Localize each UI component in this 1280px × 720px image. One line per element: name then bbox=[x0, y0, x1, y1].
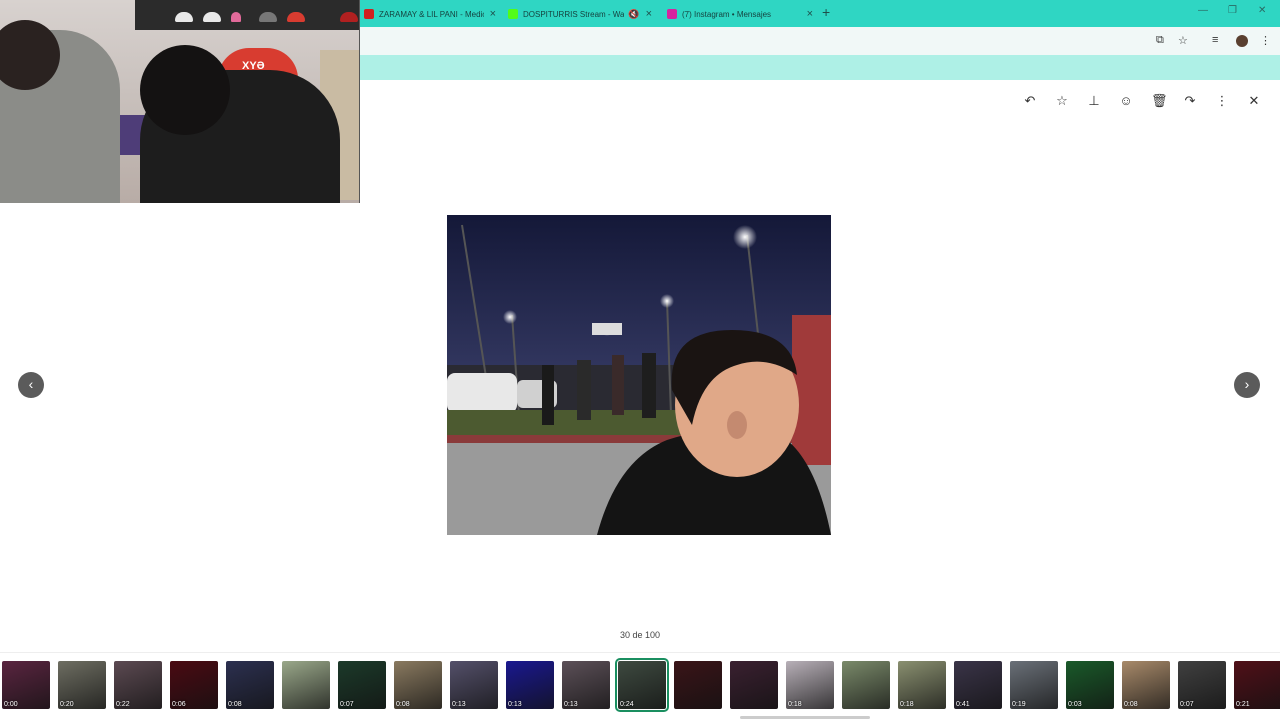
thumbnail-duration: 0:19 bbox=[1012, 701, 1026, 708]
cast-icon[interactable]: ⧉ bbox=[1156, 34, 1164, 47]
browser-menu-icon[interactable]: ⋮ bbox=[1260, 34, 1271, 47]
more-icon[interactable]: ⋮ bbox=[1215, 94, 1229, 108]
thumbnail[interactable]: 0:22 bbox=[114, 661, 162, 709]
bookmarks-bar bbox=[360, 55, 1280, 80]
instagram-favicon-icon bbox=[667, 9, 677, 19]
cap-shape bbox=[175, 12, 193, 22]
thumbnail[interactable]: 0:00 bbox=[2, 661, 50, 709]
webcam-overlay: XYƏ bbox=[0, 0, 360, 203]
thumbnail-duration: 0:08 bbox=[396, 701, 410, 708]
thumbnail-duration: 0:00 bbox=[4, 701, 18, 708]
thumbnail-duration: 0:13 bbox=[452, 701, 466, 708]
tab-zaramay[interactable]: ZARAMAY & LIL PANI - Medio × bbox=[364, 3, 496, 25]
window-close-icon[interactable]: ✕ bbox=[1258, 5, 1266, 16]
thumbnail[interactable]: 0:07 bbox=[338, 661, 386, 709]
restore-icon[interactable]: ❐ bbox=[1228, 5, 1237, 16]
star-icon[interactable]: ☆ bbox=[1055, 94, 1069, 108]
cap-shape bbox=[231, 12, 241, 22]
thumbnail-strip: 0:00 0:20 0:22 0:06 0:08 0:07 0:08 0:13 0:13 0:13… bbox=[0, 652, 1280, 720]
person-right-head-shape bbox=[140, 45, 230, 135]
thumbnail-duration: 0:22 bbox=[116, 701, 130, 708]
cap-shape bbox=[340, 12, 358, 22]
kick-favicon-icon bbox=[508, 9, 518, 19]
thumbnail[interactable]: 0:08 bbox=[394, 661, 442, 709]
media-counter: 30 de 100 bbox=[619, 630, 661, 640]
pin-icon[interactable]: ⊥ bbox=[1087, 94, 1101, 108]
cap-shape bbox=[203, 12, 221, 22]
tab-title: DOSPITURRIS Stream - Wat bbox=[523, 9, 625, 19]
thumbnail[interactable]: 0:21 bbox=[1234, 661, 1280, 709]
thumbnail-scrollbar[interactable] bbox=[740, 716, 870, 719]
media-controls-icon[interactable]: ≡ bbox=[1212, 34, 1218, 46]
thumbnail[interactable] bbox=[842, 661, 890, 709]
cap-shape bbox=[287, 12, 305, 22]
thumbnail-duration: 0:03 bbox=[1068, 701, 1082, 708]
thumbnail-duration: 0:07 bbox=[1180, 701, 1194, 708]
mute-icon[interactable]: 🔇 bbox=[628, 9, 639, 20]
thumbnail[interactable]: 0:18 bbox=[898, 661, 946, 709]
cap-shelf bbox=[135, 0, 359, 30]
cap-shape bbox=[259, 12, 277, 22]
trash-icon[interactable]: 🗑 bbox=[1151, 94, 1168, 108]
reply-icon[interactable]: ↶ bbox=[1023, 94, 1037, 108]
tab-dospiturris[interactable]: DOSPITURRIS Stream - Wat 🔇 × bbox=[508, 3, 652, 25]
tab-close-icon[interactable]: × bbox=[807, 8, 813, 20]
profile-avatar[interactable] bbox=[1236, 35, 1248, 47]
thumbnail[interactable]: 0:07 bbox=[1178, 661, 1226, 709]
tab-title: (7) Instagram • Mensajes bbox=[682, 9, 772, 19]
thumbnail[interactable]: 0:06 bbox=[170, 661, 218, 709]
thumbnail-duration: 0:41 bbox=[956, 701, 970, 708]
tab-close-icon[interactable]: × bbox=[490, 8, 496, 20]
thumbnail[interactable]: 0:24 bbox=[615, 658, 669, 712]
thumbnail[interactable]: 0:08 bbox=[1122, 661, 1170, 709]
bookmark-star-icon[interactable]: ☆ bbox=[1178, 34, 1188, 47]
address-bar-row[interactable]: ⧉ ☆ ≡ ⋮ bbox=[360, 27, 1280, 55]
new-tab-button[interactable]: + bbox=[822, 4, 830, 20]
minimize-icon[interactable]: — bbox=[1198, 5, 1208, 16]
thumbnail[interactable]: 0:41 bbox=[954, 661, 1002, 709]
night-street-scene bbox=[447, 215, 831, 535]
close-icon[interactable]: ✕ bbox=[1247, 94, 1261, 108]
thumbnail[interactable]: 0:03 bbox=[1066, 661, 1114, 709]
tab-instagram[interactable]: (7) Instagram • Mensajes × bbox=[667, 3, 813, 25]
thumbnail[interactable] bbox=[282, 661, 330, 709]
tab-close-icon[interactable]: × bbox=[646, 8, 652, 20]
thumbnail[interactable]: 0:13 bbox=[506, 661, 554, 709]
thumbnail-duration: 0:13 bbox=[508, 701, 522, 708]
thumbnail[interactable] bbox=[730, 661, 778, 709]
media-preview-video[interactable] bbox=[447, 215, 831, 535]
next-media-button[interactable]: › bbox=[1234, 372, 1260, 398]
thumbnail-duration: 0:07 bbox=[340, 701, 354, 708]
thumbnail[interactable]: 0:20 bbox=[58, 661, 106, 709]
thumbnail[interactable] bbox=[674, 661, 722, 709]
thumbnail-duration: 0:20 bbox=[60, 701, 74, 708]
thumbnail[interactable]: 0:18 bbox=[786, 661, 834, 709]
thumbnail[interactable]: 0:19 bbox=[1010, 661, 1058, 709]
thumbnail-duration: 0:08 bbox=[228, 701, 242, 708]
emoji-icon[interactable]: ☺ bbox=[1119, 94, 1133, 108]
thumbnail-duration: 0:18 bbox=[788, 701, 802, 708]
thumbnail-duration: 0:13 bbox=[564, 701, 578, 708]
thumbnail-duration: 0:08 bbox=[1124, 701, 1138, 708]
screen: ZARAMAY & LIL PANI - Medio × DOSPITURRIS… bbox=[0, 0, 1280, 720]
thumbnail[interactable]: 0:08 bbox=[226, 661, 274, 709]
thumbnail-duration: 0:21 bbox=[1236, 701, 1250, 708]
tab-title: ZARAMAY & LIL PANI - Medio bbox=[379, 9, 484, 19]
thumbnail[interactable]: 0:13 bbox=[562, 661, 610, 709]
forward-icon[interactable]: ↷ bbox=[1183, 94, 1197, 108]
thumbnail-duration: 0:24 bbox=[620, 701, 634, 708]
previous-media-button[interactable]: ‹ bbox=[18, 372, 44, 398]
thumbnail[interactable]: 0:13 bbox=[450, 661, 498, 709]
thumbnail-duration: 0:18 bbox=[900, 701, 914, 708]
youtube-favicon-icon bbox=[364, 9, 374, 19]
thumbnail-duration: 0:06 bbox=[172, 701, 186, 708]
